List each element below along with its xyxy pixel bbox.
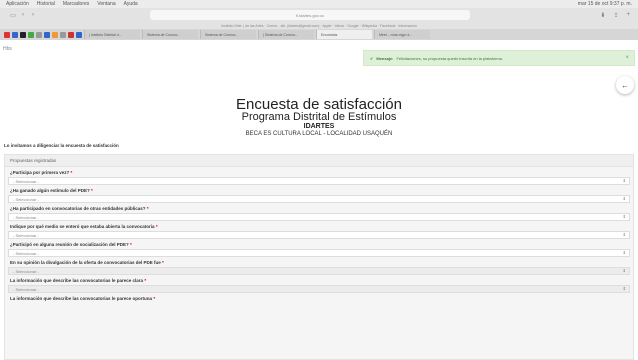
tab-idartes[interactable]: | Instituto Distrital d... (84, 30, 140, 39)
pinned-tab-icon[interactable] (4, 31, 10, 38)
question-select[interactable]: - Seleccionar - ⇕ (8, 195, 630, 203)
question-select[interactable]: - Seleccionar - ⇕ (8, 285, 630, 293)
entity-name: IDARTES (303, 123, 335, 130)
alert-label: Mensaje: (376, 55, 394, 61)
select-arrows-icon: ⇕ (622, 214, 626, 219)
invite-text: Lo invitamos a diligenciar la encuesta d… (4, 143, 119, 148)
back-button[interactable]: ← (616, 76, 634, 94)
menu-item-app[interactable]: Aplicación (6, 1, 29, 7)
check-icon: ✔ (370, 55, 374, 61)
question-won-stimulus: ¿Ha ganado algún estímulo del PDE? * - S… (8, 185, 630, 203)
select-arrows-icon: ⇕ (622, 250, 626, 255)
question-label: La información que describe las convocat… (10, 278, 147, 283)
pinned-tab-icon[interactable] (52, 31, 58, 38)
address-bar[interactable]: fi.idartes.gov.co (150, 10, 470, 20)
question-label: Indique por qué medio se enteró que esta… (10, 224, 158, 229)
select-arrows-icon: ⇕ (622, 268, 626, 273)
question-label: ¿Ha participado en convocatorias de otra… (10, 206, 149, 211)
question-how-learned: Indique por qué medio se enteró que esta… (8, 221, 630, 239)
question-select[interactable]: - Seleccionar - ⇕ (8, 231, 630, 239)
page-content: Hbs ✔ Mensaje: Felicitaciones, su propue… (0, 40, 638, 360)
share-icon[interactable]: ⇪ (613, 12, 618, 19)
question-label: La información que describe las convocat… (10, 296, 156, 301)
question-first-time: ¿Participa por primera vez? * - Seleccio… (8, 167, 630, 185)
question-info-timely: La información que describe las convocat… (8, 293, 630, 303)
os-menubar: Aplicación Historial Marcadores Ventana … (0, 0, 638, 8)
question-select[interactable]: - Seleccionar - ⇕ (8, 249, 630, 257)
select-arrows-icon: ⇕ (622, 196, 626, 201)
browser-toolbar: ▭ ‹ › fi.idartes.gov.co ⬇ ⇪ + (0, 8, 638, 22)
question-select[interactable]: - Seleccionar - ⇕ (8, 267, 630, 275)
question-label: ¿Participa por primera vez? * (10, 170, 73, 175)
close-icon[interactable]: × (625, 55, 629, 61)
select-arrows-icon: ⇕ (622, 232, 626, 237)
tab-encuestas[interactable]: Encuestas (316, 30, 372, 39)
question-select[interactable]: - Seleccionar - ⇕ (8, 213, 630, 221)
clock: mar 15 de oct 9:37 p. m. (577, 1, 632, 7)
question-label: ¿Participó en alguna reunión de socializ… (10, 242, 132, 247)
question-socialization: ¿Participó en alguna reunión de socializ… (8, 239, 630, 257)
question-label: En su opinión la divulgación de la ofert… (10, 260, 164, 265)
tab-convocatorias-3[interactable]: | Sistema de Convoc... (258, 30, 314, 39)
sidebar-toggle-icon[interactable]: ▭ (8, 12, 18, 19)
pinned-tab-icon[interactable] (20, 31, 26, 38)
pinned-tab-icon[interactable] (36, 31, 42, 38)
tab-convocatorias-2[interactable]: Sistema de Convoc... (200, 30, 256, 39)
back-arrow-icon[interactable]: ‹ (18, 12, 28, 18)
forward-arrow-icon[interactable]: › (28, 12, 38, 18)
pinned-tab-icon[interactable] (60, 31, 66, 38)
bookmarks-text[interactable]: Instituto Distr. | de las Artes · Correo… (221, 24, 417, 28)
survey-card: Propuestas registradas ¿Participa por pr… (4, 154, 634, 360)
pinned-tab-icon[interactable] (44, 31, 50, 38)
question-info-clear: La información que describe las convocat… (8, 275, 630, 293)
pinned-tab-icon[interactable] (28, 31, 34, 38)
question-dissemination: En su opinión la divulgación de la ofert… (8, 257, 630, 275)
question-select[interactable]: - Seleccionar - ⇕ (8, 177, 630, 185)
alert-message: Felicitaciones, su propuesta quedó inscr… (396, 55, 503, 61)
question-other-entities: ¿Ha participado en convocatorias de otra… (8, 203, 630, 221)
arrow-left-icon: ← (621, 80, 629, 90)
menu-item-bookmarks[interactable]: Marcadores (63, 1, 89, 7)
menu-item-window[interactable]: Ventana (97, 1, 115, 7)
select-arrows-icon: ⇕ (622, 178, 626, 183)
pinned-tab-icon[interactable] (68, 31, 74, 38)
tab-meet[interactable]: Meet – mna-mypr-k... (374, 30, 430, 39)
page-subtitle: Programa Distrital de Estímulos (241, 111, 397, 123)
download-icon[interactable]: ⬇ (600, 12, 605, 19)
tab-convocatorias-1[interactable]: Sistema de Convoc... (142, 30, 198, 39)
new-tab-icon[interactable]: + (626, 12, 630, 19)
url-text: fi.idartes.gov.co (296, 12, 324, 18)
breadcrumb[interactable]: Hbs (3, 46, 12, 52)
select-arrows-icon: ⇕ (622, 286, 626, 291)
success-alert: ✔ Mensaje: Felicitaciones, su propuesta … (363, 50, 635, 66)
card-header: Propuestas registradas (5, 155, 633, 167)
bookmarks-bar: Instituto Distr. | de las Artes · Correo… (0, 22, 638, 29)
pinned-tab-icon[interactable] (76, 31, 82, 38)
question-label: ¿Ha ganado algún estímulo del PDE? * (10, 188, 93, 193)
pinned-tab-icon[interactable] (12, 31, 18, 38)
menu-item-history[interactable]: Historial (37, 1, 55, 7)
program-name: BECA ES CULTURA LOCAL - LOCALIDAD USAQUÉ… (245, 131, 393, 137)
tab-bar: | Instituto Distrital d... Sistema de Co… (0, 29, 638, 40)
menu-item-help[interactable]: Ayuda (124, 1, 138, 7)
